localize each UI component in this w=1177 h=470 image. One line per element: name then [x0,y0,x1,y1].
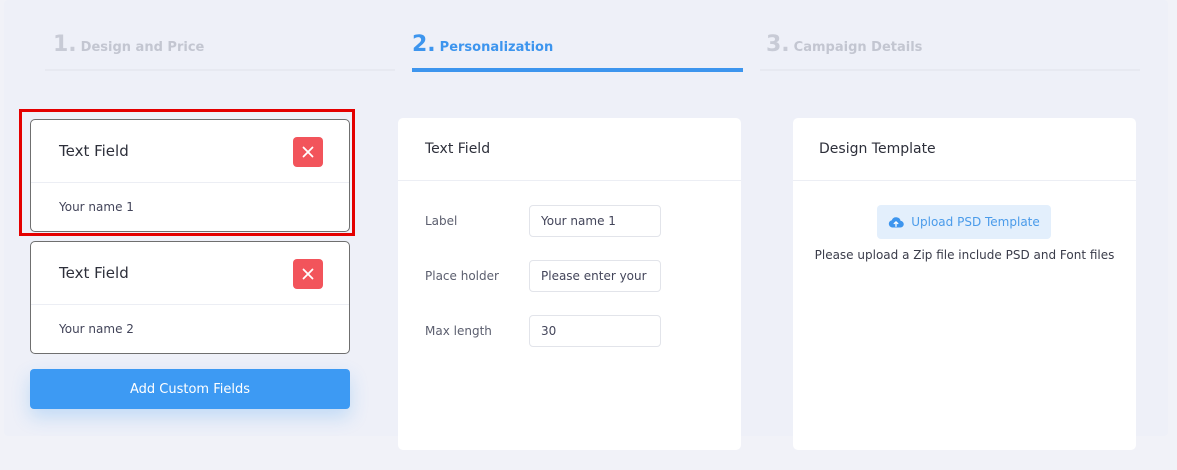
remove-field-button[interactable] [293,137,323,167]
placeholder-row: Place holder [425,260,725,294]
panel-header: Text Field [398,118,741,181]
cloud-upload-icon [889,217,904,228]
upload-hint: Please upload a Zip file include PSD and… [814,248,1115,262]
placeholder-caption: Place holder [425,269,499,283]
label-input[interactable] [529,205,661,237]
panel-header: Design Template [793,118,1136,181]
max-length-input[interactable] [529,315,661,347]
step-campaign-details[interactable]: 3. Campaign Details [766,32,922,72]
label-row: Label [425,205,725,239]
close-icon [302,268,314,280]
card-header: Text Field [31,120,349,183]
step-number: 3. [766,32,790,57]
step-label: Personalization [439,40,554,55]
field-card-value: Your name 1 [59,200,134,214]
custom-field-card[interactable]: Text Field Your name 1 [30,119,350,232]
page: 1. Design and Price 2. Personalization 3… [0,0,1177,470]
step-number: 2. [412,32,436,57]
upload-button-label: Upload PSD Template [911,215,1040,229]
step-underline [760,69,1140,71]
field-card-value: Your name 2 [59,322,134,336]
remove-field-button[interactable] [293,259,323,289]
field-card-title: Text Field [59,142,129,160]
max-length-row: Max length [425,315,725,349]
step-design-and-price[interactable]: 1. Design and Price [53,32,204,72]
close-icon [302,146,314,158]
panel-title: Text Field [425,141,491,157]
label-caption: Label [425,214,458,228]
field-editor-panel: Text Field Label Place holder Max length [398,118,741,450]
panel-title: Design Template [819,141,936,157]
custom-field-card[interactable]: Text Field Your name 2 [30,241,350,354]
add-custom-fields-button[interactable]: Add Custom Fields [30,369,350,409]
step-label: Campaign Details [793,40,923,55]
step-number: 1. [53,32,77,57]
placeholder-input[interactable] [529,260,661,292]
step-underline [45,69,395,71]
max-length-caption: Max length [425,324,492,338]
field-card-title: Text Field [59,264,129,282]
step-label: Design and Price [80,40,205,55]
upload-psd-template-button[interactable]: Upload PSD Template [877,205,1051,239]
card-header: Text Field [31,242,349,305]
design-template-panel: Design Template Upload PSD Template Plea… [793,118,1136,450]
step-underline-active [412,68,743,72]
step-personalization[interactable]: 2. Personalization [412,32,553,72]
